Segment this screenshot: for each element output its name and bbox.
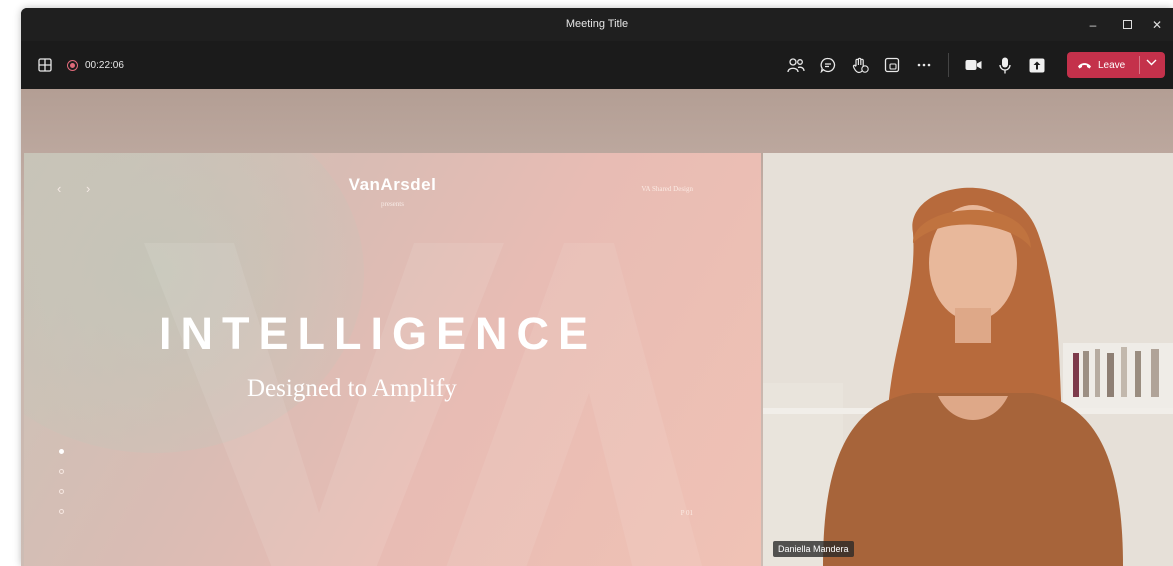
people-icon [787, 58, 805, 73]
window-title: Meeting Title [565, 18, 629, 30]
chat-icon [820, 57, 836, 73]
share-tray-button[interactable] [876, 51, 908, 79]
slide-dot[interactable] [59, 509, 64, 514]
slide-pagination [59, 449, 64, 529]
chat-button[interactable] [812, 51, 844, 79]
meeting-toolbar: 00:22:06 Leave [21, 41, 1173, 89]
maximize-icon [1122, 20, 1132, 29]
slide-dot-active[interactable] [59, 449, 64, 454]
camera-icon [965, 60, 981, 70]
minimize-button[interactable]: – [1079, 16, 1107, 34]
meeting-timer: 00:22:06 [85, 59, 124, 71]
more-icon [917, 63, 931, 67]
slide-headline: INTELLIGENCE [159, 308, 598, 359]
title-bar: Meeting Title – ✕ [21, 8, 1173, 41]
slide-page-number: P 01 [680, 509, 693, 517]
camera-button[interactable] [957, 51, 989, 79]
share-screen-icon [1029, 58, 1045, 72]
meeting-stage: ‹ › VanArsdel presents VA Shared Design … [21, 89, 1173, 566]
raise-hand-icon [852, 57, 869, 73]
shared-presentation: ‹ › VanArsdel presents VA Shared Design … [24, 153, 761, 566]
chevron-down-icon[interactable] [1146, 58, 1157, 66]
slide-dot[interactable] [59, 469, 64, 474]
slide-dot[interactable] [59, 489, 64, 494]
share-tray-icon [884, 57, 900, 73]
slide-subheadline: Designed to Amplify [247, 375, 457, 402]
toolbar-divider [948, 53, 949, 77]
close-button[interactable]: ✕ [1143, 16, 1171, 34]
maximize-button[interactable] [1113, 16, 1141, 34]
phone-hangup-icon [1078, 63, 1091, 69]
share-screen-button[interactable] [1021, 51, 1053, 79]
leave-label: Leave [1098, 59, 1126, 71]
presents-label: presents [381, 200, 404, 208]
mic-button[interactable] [989, 51, 1021, 79]
participant-video-frame [763, 153, 1173, 566]
leave-divider [1139, 56, 1140, 74]
more-button[interactable] [908, 51, 940, 79]
leave-button[interactable]: Leave [1067, 52, 1165, 78]
meeting-window: Meeting Title – ✕ 00:22:06 Leave ‹ › Van… [21, 8, 1173, 566]
raise-hand-button[interactable] [844, 51, 876, 79]
participant-video: Daniella Mandera [763, 153, 1173, 566]
layout-button[interactable] [35, 55, 55, 75]
participant-name-tag: Daniella Mandera [773, 541, 854, 557]
recording-icon [67, 59, 78, 71]
grid-icon [38, 58, 52, 72]
people-button[interactable] [780, 51, 812, 79]
slide-corner-label: VA Shared Design [641, 185, 693, 193]
mic-icon [999, 57, 1011, 73]
